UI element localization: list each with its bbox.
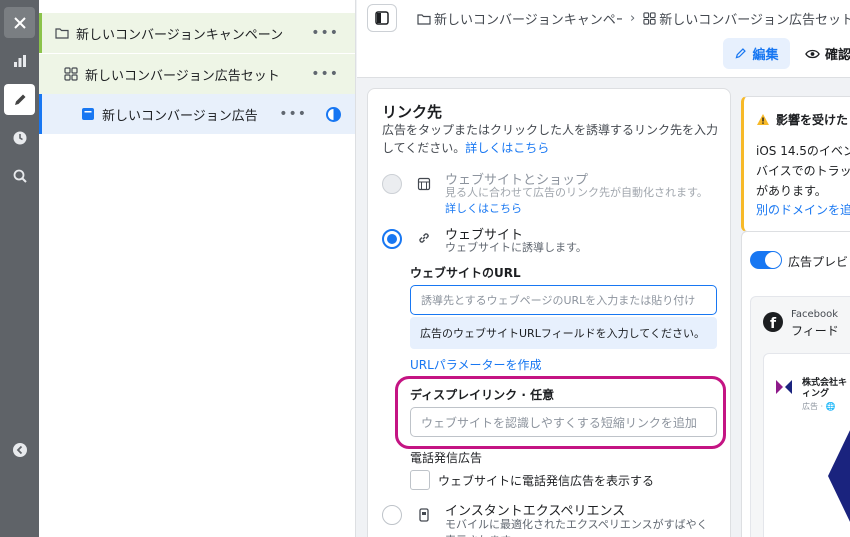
- preview-frame: f Facebook フィード 株式会社キ ィング 広告 · 🌐: [750, 296, 850, 537]
- preview-card: 広告プレビ f Facebook フィード 株式会社キ ィング 広告 · 🌐: [741, 231, 850, 537]
- url-label: ウェブサイトのURL: [410, 266, 521, 280]
- status-half-icon[interactable]: [326, 106, 341, 122]
- campaign-tree: 新しいコンバージョンキャンペーン ••• 新しいコンバージョン広告セット •••…: [39, 0, 356, 537]
- destination-card: リンク先 広告をタップまたはクリックした人を誘導するリンク先を入力してください。…: [367, 88, 731, 537]
- tree-item-label: 新しいコンバージョンキャンペーン: [76, 27, 284, 43]
- brand-logo: [772, 374, 796, 400]
- review-button[interactable]: 確認: [805, 38, 850, 69]
- website-url-input[interactable]: 誘導先とするウェブページのURLを入力または貼り付け: [410, 285, 717, 315]
- option-desc: 見る人に合わせて広告のリンク先が自動化されます。詳しくはこちら: [445, 186, 708, 215]
- edit-button-label: 編集: [752, 48, 779, 63]
- more-options-icon[interactable]: •••: [279, 106, 307, 122]
- chart-icon[interactable]: [4, 45, 35, 76]
- breadcrumb-adset[interactable]: 新しいコンバージョン広告セット: [643, 9, 850, 28]
- right-column: 影響を受けた iOS 14.5のイベン バイスでのトラッ があります。 別のドメ…: [741, 88, 850, 537]
- grid-icon: [63, 66, 79, 82]
- ad-icon: [80, 106, 96, 122]
- radio-website[interactable]: [382, 229, 402, 249]
- radio-instant-experience[interactable]: [382, 505, 402, 525]
- platform-name: Facebook: [791, 309, 838, 320]
- preview-toggle-label: 広告プレビ: [788, 255, 849, 269]
- top-bar: 新しいコンバージョンキャンペーン › 新しいコンバージョン広告セット 編集 確認: [357, 0, 850, 78]
- warning-icon: [757, 114, 769, 125]
- tree-item-campaign[interactable]: 新しいコンバージョンキャンペーン •••: [39, 13, 355, 53]
- review-button-label: 確認: [825, 48, 850, 63]
- more-options-icon[interactable]: •••: [311, 25, 339, 41]
- tree-item-adset[interactable]: 新しいコンバージョン広告セット •••: [39, 54, 355, 94]
- phone-icon: [416, 507, 432, 523]
- option-desc: モバイルに最適化されたエクスペリエンスがすばやく表示されます: [445, 518, 708, 537]
- clock-icon[interactable]: [4, 122, 35, 153]
- folder-icon: [54, 25, 70, 41]
- grid-icon: [643, 12, 656, 25]
- facebook-icon: f: [763, 312, 783, 332]
- warning-card: 影響を受けた iOS 14.5のイベン バイスでのトラッ があります。 別のドメ…: [741, 96, 850, 232]
- breadcrumb-label: 新しいコンバージョンキャンペーン: [434, 13, 622, 28]
- warning-link[interactable]: 別のドメインを追: [756, 201, 850, 218]
- store-icon: [416, 176, 432, 192]
- breadcrumb-label: 新しいコンバージョン広告セット: [659, 13, 850, 28]
- panel-toggle-icon[interactable]: [367, 4, 397, 32]
- tree-item-label: 新しいコンバージョン広告: [102, 108, 258, 124]
- url-hint: 広告のウェブサイトURLフィールドを入力してください。: [410, 317, 717, 349]
- ad-post-preview: 株式会社キ ィング 広告 · 🌐: [763, 353, 850, 537]
- tree-item-ad[interactable]: 新しいコンバージョン広告 •••: [39, 94, 355, 134]
- folder-icon: [417, 13, 431, 25]
- warning-text: iOS 14.5のイベン バイスでのトラッ があります。: [756, 144, 850, 198]
- link-icon: [416, 230, 432, 246]
- search-chart-icon[interactable]: [4, 160, 35, 191]
- url-params-link[interactable]: URLパラメーターを作成: [410, 356, 541, 373]
- section-intro: 広告をタップまたはクリックした人を誘導するリンク先を入力してください。詳しくはこ…: [382, 123, 719, 155]
- tree-item-label: 新しいコンバージョン広告セット: [85, 68, 280, 84]
- pencil-icon: [736, 48, 747, 59]
- placement-name: フィード: [791, 324, 839, 338]
- close-icon[interactable]: [4, 7, 35, 38]
- post-meta: 広告 · 🌐: [802, 402, 836, 411]
- learn-more-link[interactable]: 詳しくはこちら: [465, 141, 549, 155]
- chevron-left-icon[interactable]: [4, 434, 35, 465]
- breadcrumb-campaign[interactable]: 新しいコンバージョンキャンペーン: [417, 9, 622, 28]
- left-rail: [0, 0, 39, 537]
- preview-toggle[interactable]: [750, 251, 782, 269]
- warning-title: 影響を受けた: [756, 111, 848, 128]
- more-options-icon[interactable]: •••: [311, 66, 339, 82]
- call-checkbox-label: ウェブサイトに電話発信広告を表示する: [438, 474, 655, 488]
- eye-icon: [805, 49, 820, 58]
- company-name: 株式会社キ ィング: [802, 378, 848, 399]
- option-desc: ウェブサイトに誘導します。: [445, 241, 587, 254]
- radio-website-shop[interactable]: [382, 174, 402, 194]
- call-ad-checkbox[interactable]: [410, 470, 430, 490]
- breadcrumb: 新しいコンバージョンキャンペーン › 新しいコンバージョン広告セット: [417, 9, 850, 28]
- call-label: 電話発信広告: [410, 451, 483, 465]
- section-title: リンク先: [382, 103, 443, 121]
- edit-button[interactable]: 編集: [723, 38, 790, 69]
- display-link-highlight: [395, 376, 726, 449]
- ad-creative-image: [828, 426, 850, 526]
- pencil-icon[interactable]: [4, 84, 35, 115]
- learn-more-link[interactable]: 詳しくはこちら: [445, 202, 522, 215]
- chevron-right-icon: ›: [630, 11, 636, 26]
